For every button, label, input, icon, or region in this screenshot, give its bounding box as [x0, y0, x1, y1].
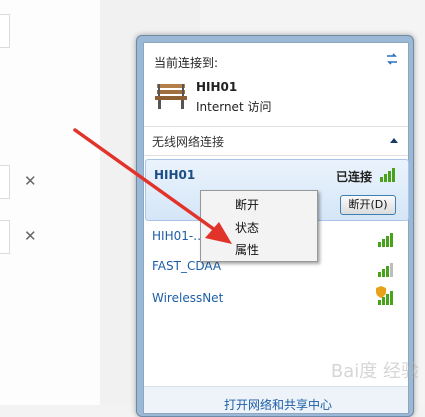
watermark: Bai度 经验 — [330, 361, 419, 382]
annotation-arrow — [73, 128, 232, 244]
